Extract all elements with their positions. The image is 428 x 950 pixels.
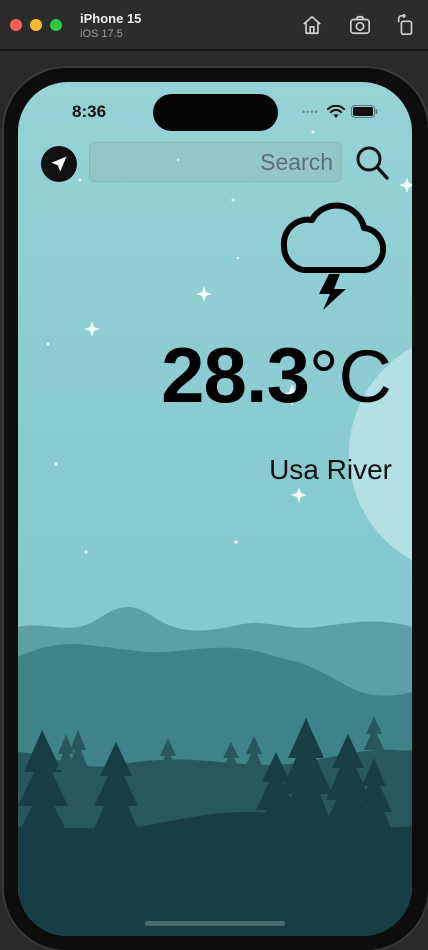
search-input[interactable] (89, 142, 342, 182)
home-indicator[interactable] (145, 921, 285, 926)
dynamic-island (153, 94, 278, 131)
city-name: Usa River (269, 454, 392, 485)
cellular-signal-icon: •••• (302, 107, 319, 117)
minimize-window-button[interactable] (30, 19, 42, 31)
temperature-unit: °C (308, 335, 392, 418)
search-icon (356, 146, 389, 180)
current-location-button[interactable] (41, 146, 77, 182)
device-name: iPhone 15 (80, 11, 142, 26)
home-icon[interactable] (301, 14, 323, 36)
zoom-window-button[interactable] (50, 19, 62, 31)
simulator-titlebar: iPhone 15 iOS 17.5 (0, 0, 428, 50)
close-window-button[interactable] (10, 19, 22, 31)
os-version: iOS 17.5 (80, 28, 123, 40)
wifi-icon (327, 105, 345, 118)
battery-icon (351, 105, 378, 118)
temperature-value: 28.3 (161, 331, 310, 419)
search-button[interactable] (354, 144, 390, 182)
status-time: 8:36 (72, 102, 107, 121)
screenshot-icon[interactable] (349, 14, 371, 36)
rotate-icon[interactable] (395, 13, 417, 36)
cloud-lightning-icon (280, 202, 387, 310)
app-screen: 8:36 •••• 28.3°C Usa River (18, 82, 412, 936)
temperature-reading: 28.3°C (161, 336, 392, 414)
location-arrow-icon (51, 156, 67, 172)
